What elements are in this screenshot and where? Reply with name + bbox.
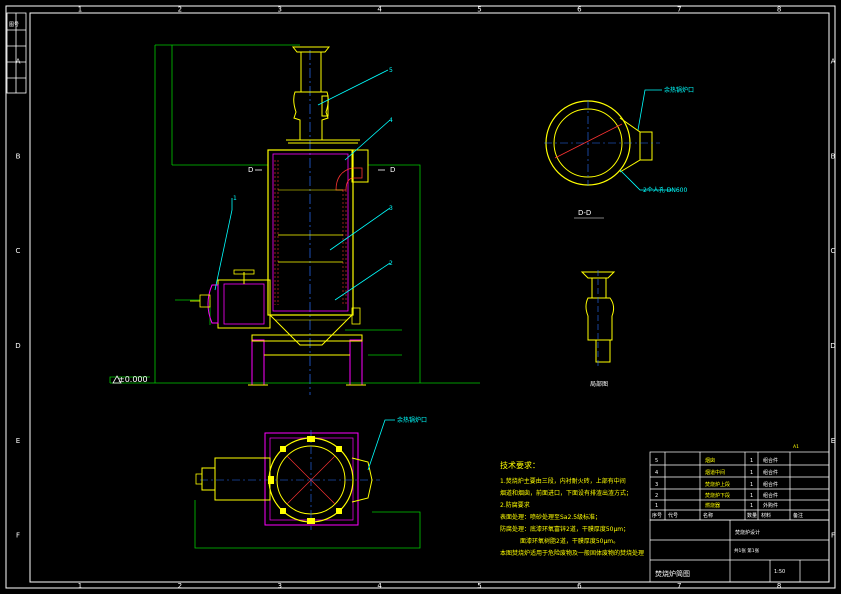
parts-cell-no: 2 bbox=[655, 493, 658, 499]
parts-cell-name: 焚烧炉下段 bbox=[705, 492, 730, 499]
tech-req-item: 2.防腐要求 bbox=[500, 501, 530, 509]
parts-cell-qty: 1 bbox=[750, 470, 753, 476]
grid-row-label: B bbox=[16, 152, 21, 160]
parts-header-no: 序号 bbox=[652, 512, 662, 519]
grid-col-label: 8 bbox=[777, 6, 781, 14]
drawing-title: 焚烧炉简图 bbox=[655, 569, 690, 578]
parts-cell-name: 焚烧炉上段 bbox=[705, 481, 730, 488]
grid-col-label: 4 bbox=[377, 582, 382, 590]
grid-col-label: 5 bbox=[477, 582, 481, 590]
parts-header-name: 名称 bbox=[703, 512, 713, 519]
grid-col-label: 2 bbox=[178, 6, 182, 14]
parts-cell-name: 烟道中间 bbox=[705, 469, 725, 476]
grid-col-label: 4 bbox=[377, 6, 382, 14]
parts-cell-name: 燃烧器 bbox=[705, 502, 720, 509]
parts-cell-qty: 1 bbox=[750, 503, 753, 509]
tech-req-item: 面漆环氧树脂2道，干膜厚度50μm。 bbox=[520, 537, 619, 545]
parts-cell-qty: 1 bbox=[750, 482, 753, 488]
grid-row-label: E bbox=[16, 437, 20, 445]
grid-col-label: 6 bbox=[577, 582, 582, 590]
grid-col-label: 2 bbox=[178, 582, 182, 590]
parts-cell-material: 外购件 bbox=[763, 502, 778, 509]
drawing-company: 焚烧炉设计 bbox=[735, 529, 760, 536]
corner-stamp-label: 图号 bbox=[9, 22, 19, 28]
drawing-sheet: 共1张 第1张 bbox=[734, 547, 760, 554]
title-block-mark: A1 bbox=[793, 444, 799, 450]
parts-header-qty: 数量 bbox=[747, 512, 757, 519]
parts-cell-material: 组合件 bbox=[763, 481, 778, 488]
tech-req-heading: 技术要求： bbox=[500, 460, 540, 470]
parts-cell-material: 组合件 bbox=[763, 492, 778, 499]
grid-col-label: 7 bbox=[677, 6, 681, 14]
tech-req-item: 表面处理：喷砂处理至Sa2.5级标准； bbox=[500, 513, 601, 521]
parts-cell-qty: 1 bbox=[750, 458, 753, 464]
grid-row-label: E bbox=[831, 437, 835, 445]
grid-col-label: 3 bbox=[277, 582, 281, 590]
parts-cell-no: 5 bbox=[655, 458, 658, 464]
parts-cell-no: 3 bbox=[655, 482, 658, 488]
tech-req-item: 1.焚烧炉主要由三段，内衬耐火砖，上部有中间 bbox=[500, 477, 626, 485]
grid-col-label: 7 bbox=[677, 582, 681, 590]
drawing-scale: 1:50 bbox=[774, 569, 785, 575]
balloon-5: 5 bbox=[389, 67, 393, 74]
section-mark-left: D bbox=[248, 166, 253, 174]
parts-header-note: 备注 bbox=[793, 512, 803, 519]
tech-req-item: 防腐处理：底漆环氧富锌2道，干膜厚度50μm； bbox=[500, 525, 629, 533]
grid-col-label: 5 bbox=[477, 6, 481, 14]
grid-row-label: F bbox=[16, 532, 20, 540]
balloon-1: 1 bbox=[233, 195, 237, 202]
tech-req-item: 本图焚烧炉适用于危险废物及一般固体废物的焚烧处理 bbox=[500, 549, 644, 557]
section-mark-right: D bbox=[390, 166, 395, 174]
parts-header-material: 材料 bbox=[761, 512, 771, 519]
cad-drawing: 12345678 12345678 ABCDEF ABCDEF D D ±0.0… bbox=[0, 0, 841, 594]
grid-row-label: D bbox=[830, 342, 835, 350]
tech-req-item: 烟道和烟囱，前面进口，下面设有排渣出渣方式； bbox=[500, 489, 632, 497]
section-dd-label: D-D bbox=[578, 209, 591, 217]
elevation-label: ±0.000 bbox=[118, 375, 148, 384]
grid-row-label: B bbox=[831, 152, 836, 160]
parts-header-code: 代号 bbox=[668, 512, 678, 519]
balloon-4: 4 bbox=[389, 117, 393, 124]
grid-row-label: D bbox=[15, 342, 20, 350]
parts-cell-name: 烟囱 bbox=[705, 457, 715, 464]
grid-row-label: A bbox=[831, 57, 836, 65]
balloon-3: 3 bbox=[389, 205, 393, 212]
parts-cell-qty: 1 bbox=[750, 493, 753, 499]
plan-callout: 余热锅炉口 bbox=[397, 416, 427, 424]
callout-manholes: 2个人孔 DN600 bbox=[643, 186, 687, 194]
parts-cell-no: 1 bbox=[655, 503, 658, 509]
parts-cell-material: 组合件 bbox=[763, 457, 778, 464]
grid-col-label: 3 bbox=[277, 6, 281, 14]
grid-row-label: C bbox=[16, 247, 21, 255]
callout-boiler-port: 余热锅炉口 bbox=[664, 86, 694, 94]
grid-col-label: 8 bbox=[777, 582, 781, 590]
parts-cell-material: 组合件 bbox=[763, 469, 778, 476]
grid-col-label: 6 bbox=[577, 6, 582, 14]
grid-col-label: 1 bbox=[78, 582, 82, 590]
side-view-label: 局部图 bbox=[590, 380, 608, 388]
grid-col-label: 1 bbox=[78, 6, 82, 14]
parts-cell-no: 4 bbox=[655, 470, 658, 476]
grid-row-label: F bbox=[831, 532, 835, 540]
balloon-2: 2 bbox=[389, 260, 393, 267]
grid-row-label: C bbox=[831, 247, 836, 255]
